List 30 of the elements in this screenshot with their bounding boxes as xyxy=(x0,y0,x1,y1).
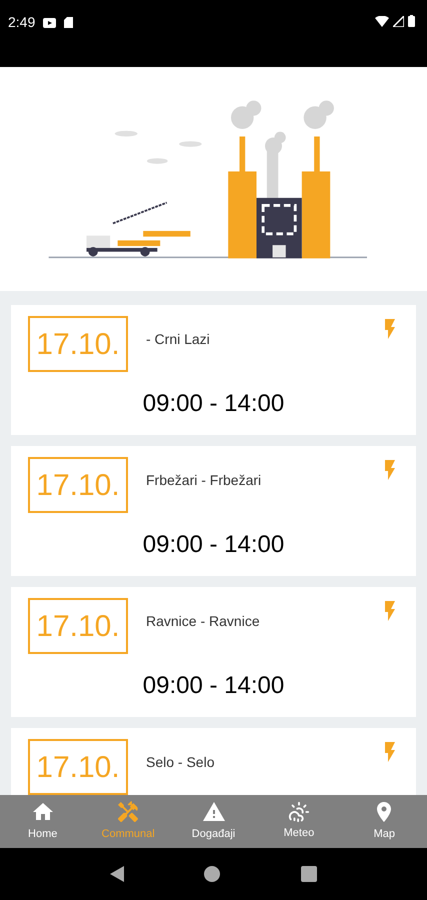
time-range: 09:00 - 14:00 xyxy=(142,671,284,701)
nav-tab[interactable]: Događaji xyxy=(170,795,256,848)
place-label: Ravnice - Ravnice xyxy=(146,612,260,631)
nav-tab[interactable]: Meteo xyxy=(256,795,342,848)
home-circle-icon[interactable] xyxy=(204,866,220,882)
place-label: Selo - Selo xyxy=(146,753,214,772)
time-range: 09:00 - 14:00 xyxy=(142,530,284,560)
nav-tab[interactable]: Map xyxy=(342,795,427,848)
time-range: 09:00 - 14:00 xyxy=(142,389,284,419)
nav-tab[interactable]: Home xyxy=(0,795,86,848)
signal-icon xyxy=(393,16,404,26)
outage-card[interactable]: 17.10. - Crni Lazi 09:00 - 14:00 xyxy=(11,305,416,435)
outage-card[interactable]: 17.10. Frbežari - Frbežari 09:00 - 14:00 xyxy=(11,446,416,576)
tools-icon xyxy=(116,800,140,824)
place-label: - Crni Lazi xyxy=(146,330,210,349)
outage-card[interactable]: 17.10. Selo - Selo xyxy=(11,728,416,795)
place-label: Frbežari - Frbežari xyxy=(146,471,262,490)
clock-time: 2:49 xyxy=(8,13,36,32)
date-label: 17.10. xyxy=(28,598,128,654)
sd-card-icon xyxy=(64,17,74,28)
back-icon[interactable] xyxy=(110,866,124,882)
outage-card[interactable]: 17.10. Ravnice - Ravnice 09:00 - 14:00 xyxy=(11,587,416,717)
date-label: 17.10. xyxy=(28,739,128,795)
battery-icon xyxy=(408,15,415,27)
date-label: 17.10. xyxy=(28,457,128,513)
date-label: 17.10. xyxy=(28,316,128,372)
wifi-icon xyxy=(375,16,389,26)
weather-icon xyxy=(288,801,310,824)
video-icon xyxy=(43,18,56,28)
recents-icon[interactable] xyxy=(300,866,317,882)
